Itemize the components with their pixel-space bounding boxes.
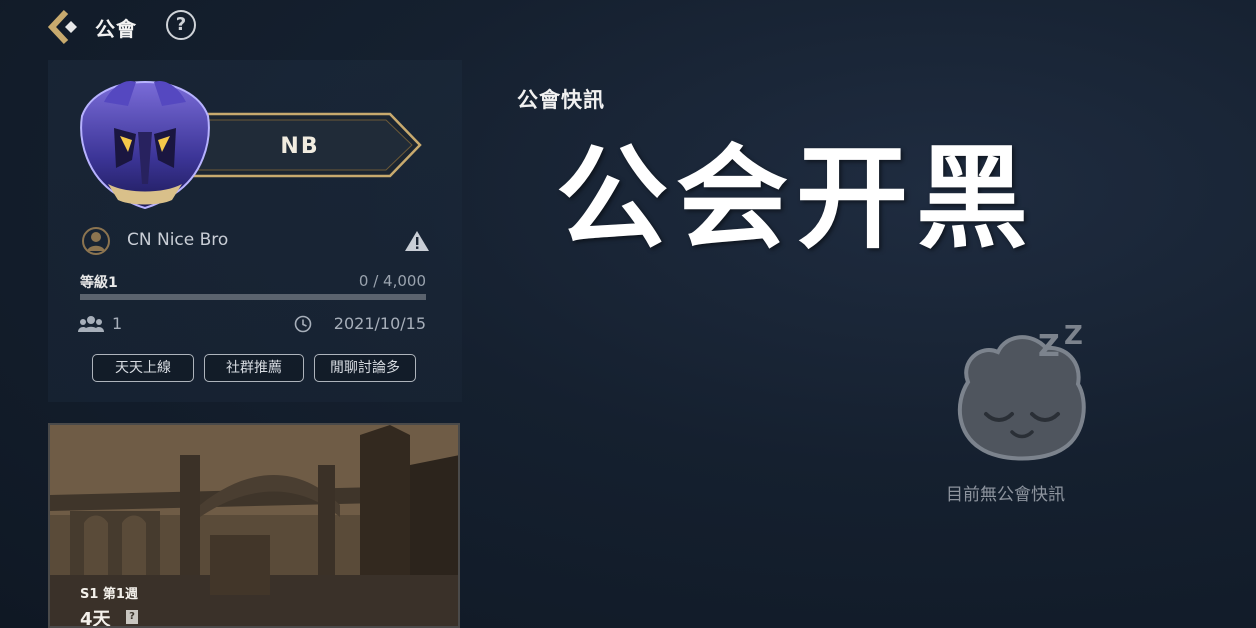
svg-text:Z: Z: [1064, 322, 1083, 351]
page-title: 公會: [95, 17, 137, 41]
guild-level-label: 等級1: [80, 275, 118, 291]
season-panel[interactable]: S1 第1週 4天 ?: [48, 423, 460, 628]
overlay-caption: 公会开黑: [556, 134, 1036, 264]
svg-text:Z: Z: [1038, 329, 1060, 364]
season-week: S1 第1週: [80, 587, 138, 602]
help-icon[interactable]: ?: [166, 10, 196, 40]
guild-tag: 天天上線: [92, 354, 194, 382]
guild-name: NB: [280, 134, 320, 159]
clock-icon: [294, 315, 312, 333]
season-help-icon[interactable]: ?: [126, 610, 138, 624]
guild-owner-name: CN Nice Bro: [127, 230, 229, 250]
members-count: 1: [112, 314, 123, 333]
top-bar: 公會 ?: [0, 0, 1256, 52]
news-empty-text: 目前無公會快訊: [946, 485, 1065, 505]
news-heading: 公會快訊: [517, 88, 605, 112]
guild-created-date: 2021/10/15: [333, 314, 426, 333]
guild-xp-text: 0 / 4,000: [358, 272, 426, 290]
members-icon: [78, 316, 104, 332]
guild-tag: 社群推薦: [204, 354, 304, 382]
warning-icon[interactable]: [404, 229, 430, 253]
guild-tag: 閒聊討論多: [314, 354, 416, 382]
guild-xp-bar: [80, 294, 426, 300]
season-days-left: 4天: [80, 609, 111, 628]
guild-emblem-icon: [80, 80, 210, 210]
sleeping-poro-icon: Z Z: [957, 322, 1086, 461]
guild-owner-icon: [82, 227, 110, 255]
back-arrow-icon[interactable]: [44, 8, 84, 46]
